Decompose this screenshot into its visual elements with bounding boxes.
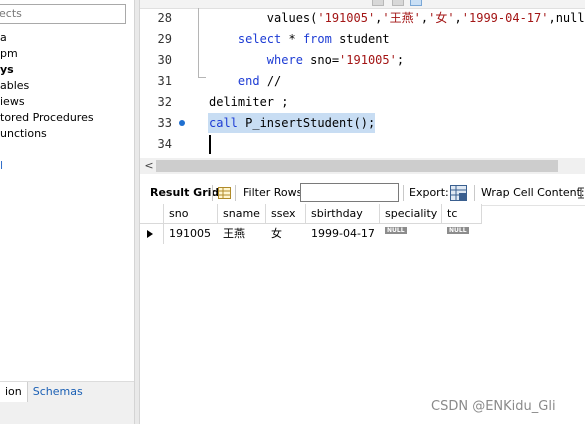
wrap-cell-content-label: Wrap Cell Content: (481, 186, 585, 199)
form-editor-icon[interactable] (218, 187, 231, 199)
sql-token: ,null, (548, 11, 585, 25)
result-toolbar: Result Grid Filter Rows: Export: Wrap Ce… (140, 181, 585, 206)
code-line: call P_insertStudent(); (209, 113, 375, 134)
code-line: select * from student (209, 29, 390, 50)
navigator-search-input[interactable]: ects (0, 4, 126, 24)
sql-token: * (281, 32, 303, 46)
sql-token: P_insertStudent(); (237, 116, 376, 130)
row-indicator[interactable] (140, 224, 164, 244)
sql-string: '1999-04-17' (461, 11, 549, 25)
sql-keyword: call (209, 116, 238, 130)
editor-horizontal-scrollbar[interactable]: < (140, 158, 585, 174)
column-header-tc[interactable]: tc (442, 204, 482, 224)
tab-administration[interactable]: ion (0, 382, 28, 402)
wrap-cell-icon[interactable] (577, 187, 585, 199)
sql-keyword: where (266, 53, 303, 67)
schema-tree-item[interactable]: ys (0, 62, 134, 78)
toolbar-separator (403, 185, 404, 201)
table-cell[interactable]: 王燕 (218, 224, 266, 244)
line-number: 31 (157, 74, 172, 88)
table-cell[interactable]: NULL (442, 224, 482, 244)
fold-guide (198, 8, 199, 78)
sql-string: '王燕' (382, 11, 421, 25)
sql-token: , (420, 11, 429, 25)
export-icon[interactable] (450, 185, 467, 201)
schema-tree-item[interactable]: iews (0, 94, 134, 110)
sql-editor[interactable]: 28 29 30 31 32 33 34 values('191005','王燕','女',… (140, 0, 585, 158)
sql-keyword: end (237, 74, 260, 88)
toolbar-separator (212, 185, 213, 201)
sql-string: '女' (428, 11, 455, 25)
line-number: 30 (157, 53, 172, 67)
schema-tree-item[interactable]: unctions (0, 126, 134, 142)
code-line: end // (209, 71, 281, 92)
sql-token: values( (266, 11, 318, 25)
filter-rows-label: Filter Rows: (243, 186, 307, 199)
navigator-tabs: ion Schemas (0, 381, 134, 402)
sql-string: '191005' (317, 11, 376, 25)
line-number: 32 (157, 95, 172, 109)
current-row-arrow-icon (147, 230, 153, 238)
sql-keyword: select (237, 32, 282, 46)
sql-token: ; (396, 53, 405, 67)
toolbar-separator (235, 185, 236, 201)
null-badge: NULL (385, 227, 407, 234)
fold-guide-end (198, 77, 206, 78)
table-cell[interactable]: 191005 (164, 224, 218, 244)
line-number: 28 (157, 11, 172, 25)
sql-token: sno= (302, 53, 340, 67)
sql-token: , (454, 11, 462, 25)
toolbar-button-fragment[interactable] (392, 0, 404, 6)
schema-tree-item[interactable]: l (0, 158, 134, 174)
schema-tree-item[interactable]: tored Procedures (0, 110, 134, 126)
filter-rows-input[interactable] (300, 183, 399, 202)
text-caret (209, 135, 211, 154)
navigator-info-area (0, 402, 134, 424)
watermark-text: CSDN @ENKidu_Gli (431, 399, 556, 414)
table-cell[interactable]: 1999-04-17 (306, 224, 380, 244)
sql-string: '191005' (339, 53, 397, 67)
schema-tree-item[interactable] (0, 142, 134, 158)
schema-tree-item[interactable]: ables (0, 78, 134, 94)
schema-tree-item[interactable]: pm (0, 46, 134, 62)
column-header-ssex[interactable]: ssex (266, 204, 306, 224)
current-statement-dot-icon[interactable] (179, 120, 185, 126)
code-line: where sno='191005'; (209, 50, 404, 71)
table-cell[interactable]: NULL (380, 224, 442, 244)
scroll-thumb[interactable] (156, 160, 558, 172)
result-grid-label[interactable]: Result Grid (150, 181, 219, 205)
toolbar-button-fragment[interactable] (372, 0, 384, 6)
navigator-panel: ects a pm ys ables iews tored Procedures uncti… (0, 0, 134, 424)
line-number: 29 (157, 32, 172, 46)
null-badge: NULL (447, 227, 469, 234)
line-gutter: 28 29 30 31 32 33 34 (140, 8, 202, 158)
row-header-corner (140, 204, 164, 224)
export-label: Export: (409, 186, 449, 199)
schema-tree-item[interactable]: a (0, 30, 134, 46)
sql-token: // (259, 74, 282, 88)
toolbar-separator (474, 185, 475, 201)
column-header-sno[interactable]: sno (164, 204, 218, 224)
sql-token: student (331, 32, 390, 46)
tab-schemas[interactable]: Schemas (28, 382, 88, 402)
sql-token: delimiter ; (209, 95, 289, 109)
sql-keyword: from (302, 32, 332, 46)
scroll-left-arrow-icon[interactable]: < (143, 158, 155, 174)
code-line: values('191005','王燕','女','1999-04-17',nu… (209, 8, 585, 29)
table-cell[interactable]: 女 (266, 224, 306, 244)
column-header-sname[interactable]: sname (218, 204, 266, 224)
toolbar-button-fragment[interactable] (410, 0, 422, 6)
column-header-sbirthday[interactable]: sbirthday (306, 204, 380, 224)
line-number: 33 (157, 116, 172, 130)
line-number: 34 (157, 137, 172, 151)
code-line: delimiter ; (209, 92, 288, 113)
column-header-speciality[interactable]: speciality (380, 204, 442, 224)
schema-tree: a pm ys ables iews tored Procedures unctions l (0, 30, 134, 174)
